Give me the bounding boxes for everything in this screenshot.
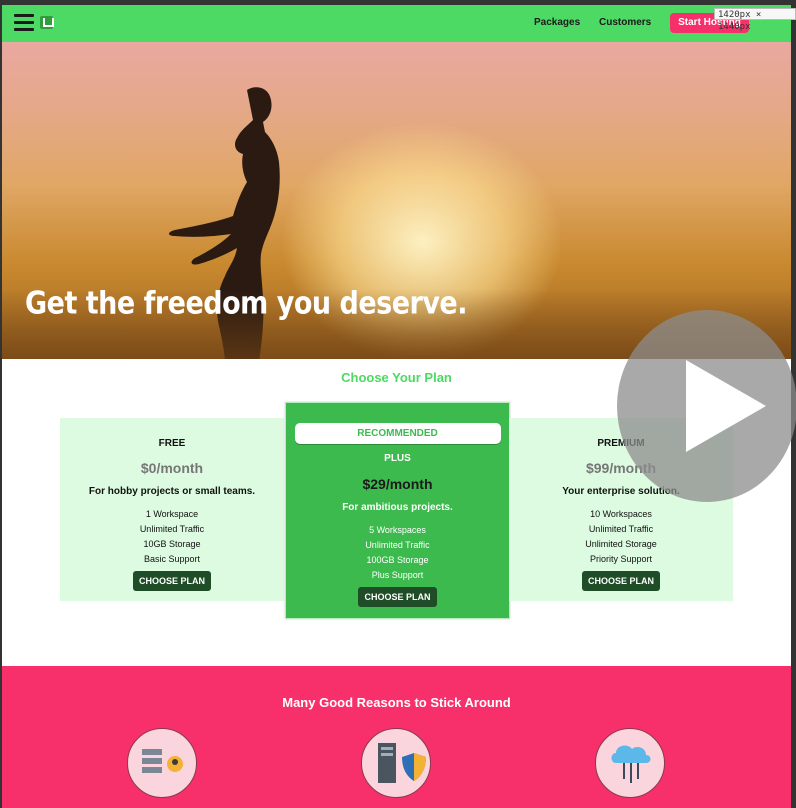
plan-features-list: 1 Workspace Unlimited Traffic 10GB Stora… — [60, 507, 284, 567]
plan-card-free: FREE $0/month For hobby projects or smal… — [60, 418, 284, 601]
recommended-badge: RECOMMENDED — [294, 423, 501, 444]
plan-name: PLUS — [384, 453, 411, 464]
site-header: Packages Customers Start Hosting — [2, 5, 791, 42]
hero-banner: Get the freedom you deserve. — [2, 42, 791, 359]
cloud-network-icon — [595, 728, 665, 798]
plan-feature: Unlimited Traffic — [588, 524, 654, 534]
plan-feature: 10GB Storage — [143, 539, 201, 549]
plan-feature: Unlimited Traffic — [139, 524, 205, 534]
choose-plan-premium-button[interactable]: CHOOSE PLAN — [581, 571, 660, 591]
plan-features-list: 10 Workspaces Unlimited Traffic Unlimite… — [509, 507, 733, 567]
plan-price: $0/month — [140, 460, 204, 476]
plan-name: FREE — [158, 438, 186, 449]
plan-card-plus: RECOMMENDED PLUS $29/month For ambitious… — [285, 402, 510, 619]
nav-customers-link[interactable]: Customers — [599, 17, 651, 28]
plan-feature: 1 Workspace — [145, 509, 199, 519]
plan-feature: Priority Support — [589, 554, 653, 564]
plan-feature: 10 Workspaces — [590, 509, 652, 519]
plan-features-list: 5 Workspaces Unlimited Traffic 100GB Sto… — [286, 523, 509, 583]
reasons-title: Many Good Reasons to Stick Around — [282, 695, 511, 710]
server-shield-icon — [361, 728, 431, 798]
choose-plan-free-button[interactable]: CHOOSE PLAN — [132, 571, 211, 591]
plan-feature: Plus Support — [371, 570, 424, 580]
choose-plan-plus-button[interactable]: CHOOSE PLAN — [358, 587, 437, 607]
plan-feature: 100GB Storage — [366, 555, 429, 565]
plan-feature: Unlimited Storage — [585, 539, 657, 549]
plan-description: For ambitious projects. — [342, 502, 453, 513]
plan-description: For hobby projects or small teams. — [88, 486, 256, 497]
dimension-badge: 1420px × 1440px — [714, 8, 796, 32]
server-user-icon — [127, 728, 197, 798]
plan-price: $29/month — [362, 476, 433, 492]
hamburger-menu-icon[interactable] — [14, 14, 34, 32]
hero-title: Get the freedom you deserve. — [25, 286, 468, 322]
reasons-section: Many Good Reasons to Stick Around — [2, 666, 791, 808]
plan-feature: Basic Support — [143, 554, 201, 564]
plan-feature: 5 Workspaces — [369, 525, 426, 535]
plan-feature: Unlimited Traffic — [365, 540, 430, 550]
play-icon[interactable] — [686, 360, 766, 452]
nav-packages-link[interactable]: Packages — [534, 17, 580, 28]
site-logo-icon[interactable] — [40, 16, 54, 29]
